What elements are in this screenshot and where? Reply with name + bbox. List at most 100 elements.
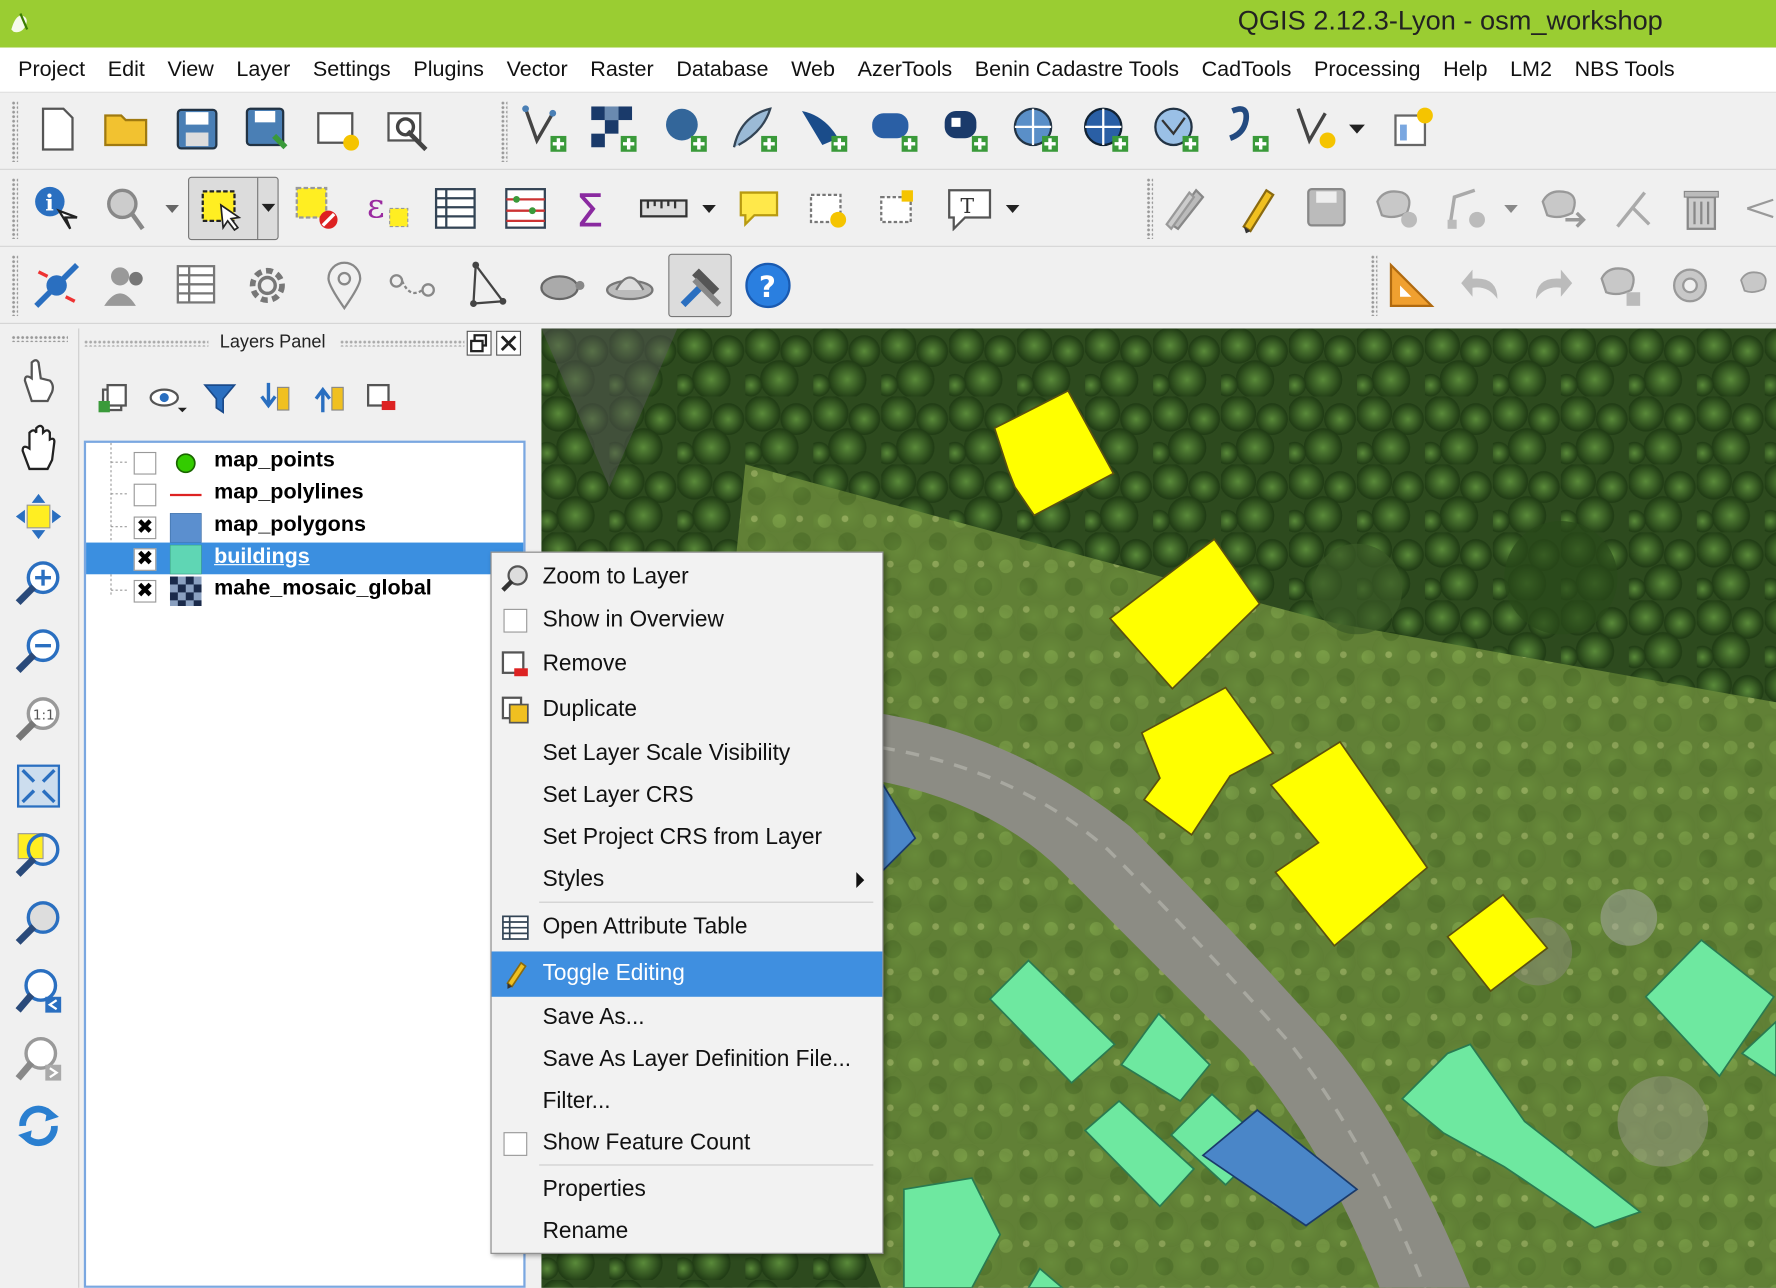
menu-item-toggle-editing[interactable]: Toggle Editing bbox=[491, 951, 883, 997]
identify-features-icon[interactable]: i bbox=[32, 183, 82, 233]
float-panel-icon[interactable] bbox=[466, 330, 492, 356]
menu-azertools[interactable]: AzerTools bbox=[846, 57, 963, 82]
run-feature-action-icon[interactable] bbox=[102, 183, 152, 233]
cloud-plugin-icon[interactable] bbox=[605, 261, 655, 311]
sum-icon[interactable]: Σ bbox=[569, 183, 619, 233]
menu-item-show-in-overview[interactable]: Show in Overview bbox=[492, 599, 883, 642]
menu-item-save-as-layer-definition-file[interactable]: Save As Layer Definition File... bbox=[492, 1039, 883, 1082]
pan-map-icon[interactable] bbox=[11, 421, 65, 475]
menu-settings[interactable]: Settings bbox=[302, 57, 402, 82]
menu-item-set-project-crs-from-layer[interactable]: Set Project CRS from Layer bbox=[492, 817, 883, 860]
zoom-full-icon[interactable] bbox=[11, 759, 65, 813]
menu-item-filter[interactable]: Filter... bbox=[492, 1081, 883, 1124]
layer-row-map-polygons[interactable]: ✖ map_polygons bbox=[86, 511, 523, 544]
zoom-to-selection-icon[interactable] bbox=[11, 827, 65, 881]
redo-icon[interactable] bbox=[1527, 261, 1577, 311]
add-vector-layer-icon[interactable] bbox=[519, 104, 569, 154]
menu-item-save-as[interactable]: Save As... bbox=[492, 997, 883, 1040]
add-feature-icon[interactable] bbox=[1373, 183, 1423, 233]
map-tips-icon[interactable] bbox=[734, 183, 784, 233]
node-tool-icon[interactable] bbox=[1443, 183, 1493, 233]
menu-item-open-attribute-table[interactable]: Open Attribute Table bbox=[492, 906, 883, 949]
layer-visibility-checkbox[interactable] bbox=[133, 451, 157, 475]
add-db2-layer-icon[interactable] bbox=[940, 104, 990, 154]
plugin-network-icon[interactable] bbox=[32, 261, 82, 311]
statistical-summary-icon[interactable] bbox=[501, 183, 551, 233]
layer-visibility-checkbox[interactable]: ✖ bbox=[133, 579, 157, 603]
menu-item-remove[interactable]: Remove bbox=[492, 643, 883, 686]
menu-project[interactable]: Project bbox=[7, 57, 97, 82]
save-as-project-icon[interactable] bbox=[242, 104, 292, 154]
menu-cadtools[interactable]: CadTools bbox=[1190, 57, 1302, 82]
zoom-out-icon[interactable] bbox=[11, 623, 65, 677]
manage-visibility-icon[interactable] bbox=[143, 373, 193, 423]
zoom-to-layer-icon[interactable] bbox=[11, 895, 65, 949]
layer-visibility-checkbox[interactable] bbox=[133, 483, 157, 507]
zoom-in-icon[interactable] bbox=[11, 555, 65, 609]
simplify-feature-icon[interactable] bbox=[1597, 261, 1647, 311]
menu-vector[interactable]: Vector bbox=[495, 57, 579, 82]
menu-item-properties[interactable]: Properties bbox=[492, 1169, 883, 1212]
toolbar-grip[interactable] bbox=[11, 100, 19, 162]
chevron-down-icon[interactable] bbox=[698, 183, 721, 233]
menu-help[interactable]: Help bbox=[1432, 57, 1499, 82]
new-print-composer-icon[interactable] bbox=[313, 104, 363, 154]
open-attribute-table-icon[interactable] bbox=[430, 183, 480, 233]
menu-item-set-layer-crs[interactable]: Set Layer CRS bbox=[492, 775, 883, 818]
layer-row-map-points[interactable]: map_points bbox=[86, 446, 523, 478]
layer-row-buildings[interactable]: ✖ buildings bbox=[86, 542, 524, 575]
menu-view[interactable]: View bbox=[156, 57, 225, 82]
filter-legend-icon[interactable] bbox=[195, 373, 245, 423]
help-icon[interactable]: ? bbox=[743, 261, 793, 311]
delete-selected-icon[interactable] bbox=[1676, 183, 1726, 233]
add-oracle-layer-icon[interactable] bbox=[870, 104, 920, 154]
new-project-icon[interactable] bbox=[32, 104, 82, 154]
add-wms-layer-icon[interactable] bbox=[1010, 104, 1060, 154]
menu-database[interactable]: Database bbox=[665, 57, 780, 82]
select-features-button[interactable] bbox=[188, 176, 279, 241]
menu-item-zoom-to-layer[interactable]: Zoom to Layer bbox=[492, 556, 883, 599]
move-feature-icon[interactable] bbox=[1538, 183, 1588, 233]
cut-features-icon[interactable] bbox=[1744, 183, 1776, 233]
add-spatialite-layer-icon[interactable] bbox=[729, 104, 779, 154]
toolbar-grip[interactable] bbox=[1370, 254, 1378, 317]
new-bookmark-icon[interactable] bbox=[804, 183, 854, 233]
save-project-icon[interactable] bbox=[172, 104, 222, 154]
menu-item-duplicate[interactable]: Duplicate bbox=[492, 689, 883, 732]
add-mssql-layer-icon[interactable] bbox=[800, 104, 850, 154]
toolbar-grip[interactable] bbox=[11, 254, 19, 317]
menu-processing[interactable]: Processing bbox=[1303, 57, 1432, 82]
digitizing-tools-icon[interactable] bbox=[1386, 261, 1436, 311]
toolbar-grip[interactable] bbox=[11, 177, 19, 239]
deselect-features-icon[interactable] bbox=[292, 183, 342, 233]
show-bookmarks-icon[interactable] bbox=[874, 183, 924, 233]
zoom-native-resolution-icon[interactable]: 1:1 bbox=[11, 691, 65, 745]
add-wcs-layer-icon[interactable] bbox=[1081, 104, 1131, 154]
expand-all-icon[interactable] bbox=[249, 373, 299, 423]
layer-visibility-checkbox[interactable]: ✖ bbox=[133, 548, 157, 571]
layer-row-mahe-mosaic-global[interactable]: ✖ mahe_mosaic_global bbox=[86, 574, 523, 606]
menu-web[interactable]: Web bbox=[780, 57, 847, 82]
menu-raster[interactable]: Raster bbox=[579, 57, 665, 82]
chevron-down-icon[interactable] bbox=[161, 183, 184, 233]
toolbar-grip[interactable] bbox=[500, 100, 508, 162]
layer-visibility-checkbox[interactable]: ✖ bbox=[133, 516, 157, 540]
pan-to-selection-icon[interactable] bbox=[11, 489, 65, 543]
current-edits-icon[interactable] bbox=[1162, 183, 1212, 233]
close-icon[interactable] bbox=[496, 330, 522, 356]
text-annotation-icon[interactable]: T bbox=[945, 183, 995, 233]
save-layer-edits-icon[interactable] bbox=[1303, 183, 1353, 233]
menu-benin-cadastre-tools[interactable]: Benin Cadastre Tools bbox=[963, 57, 1190, 82]
chevron-down-icon[interactable] bbox=[257, 177, 277, 239]
add-ring-icon[interactable] bbox=[1667, 261, 1717, 311]
add-wfs-layer-icon[interactable] bbox=[1151, 104, 1201, 154]
users-icon[interactable] bbox=[102, 261, 152, 311]
geometry-checker-icon[interactable] bbox=[464, 261, 514, 311]
table-manager-icon[interactable] bbox=[172, 261, 222, 311]
menu-item-show-feature-count[interactable]: Show Feature Count bbox=[492, 1123, 883, 1166]
add-raster-layer-icon[interactable] bbox=[589, 104, 639, 154]
new-spatialite-layer-icon[interactable] bbox=[1389, 104, 1439, 154]
toggle-editing-icon[interactable] bbox=[1232, 183, 1282, 234]
undo-icon[interactable] bbox=[1457, 261, 1507, 311]
route-icon[interactable] bbox=[387, 261, 437, 311]
